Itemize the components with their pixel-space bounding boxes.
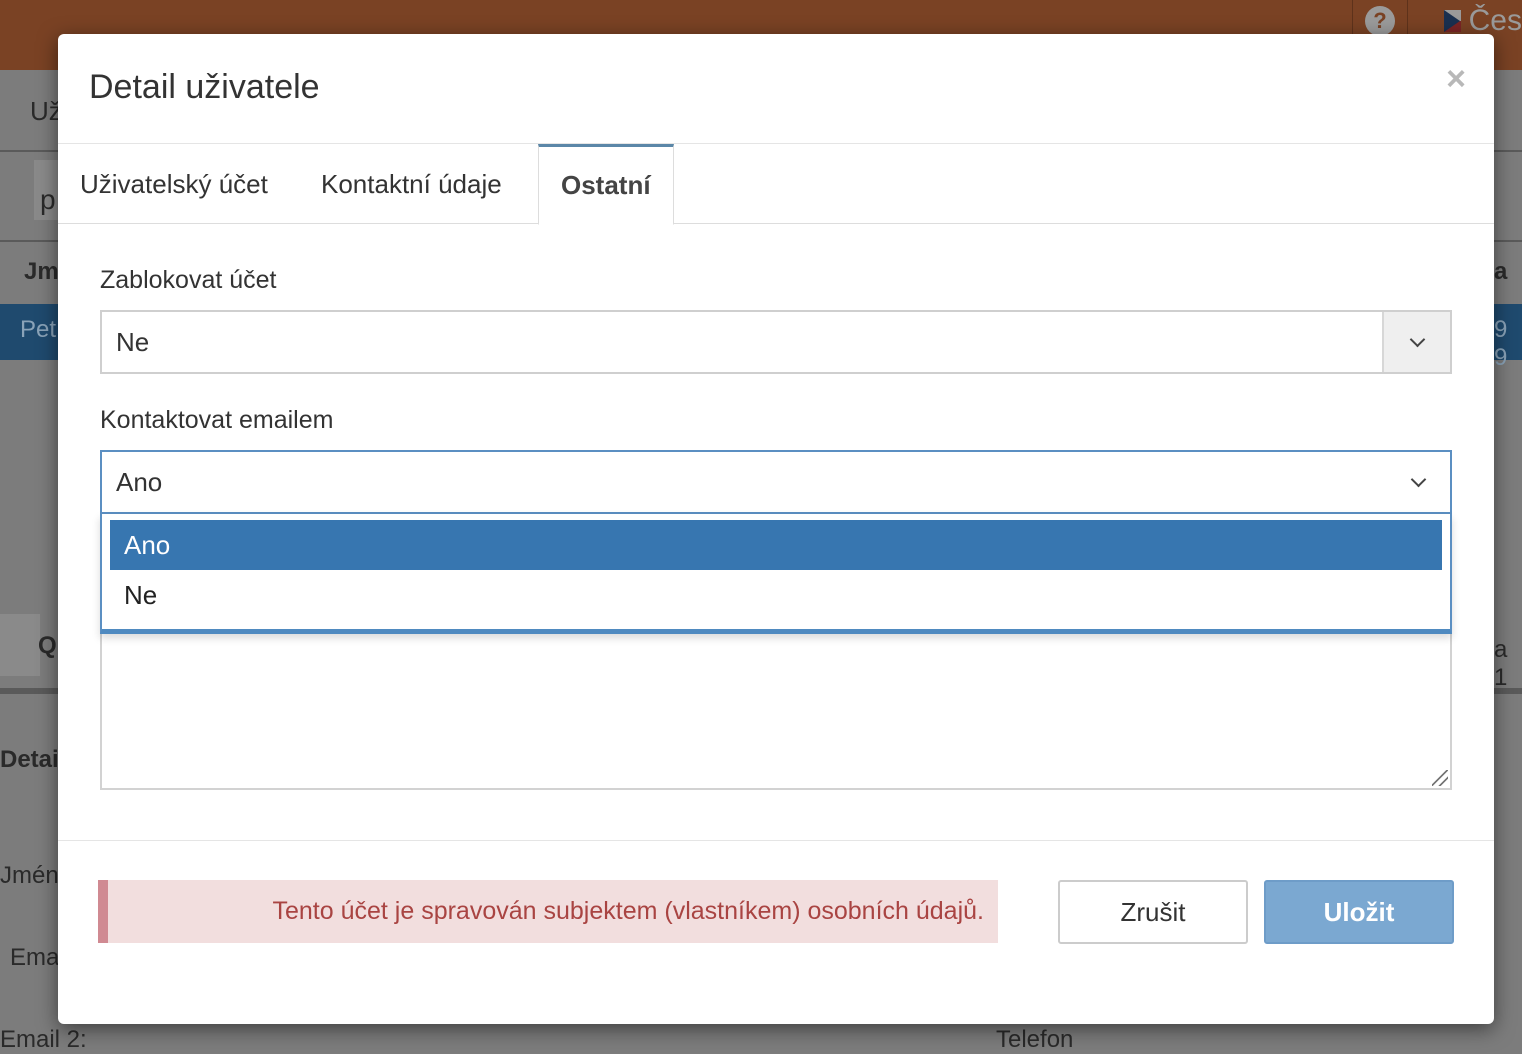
tab-other[interactable]: Ostatní [538,144,674,225]
save-button[interactable]: Uložit [1264,880,1454,944]
tab-user-account[interactable]: Uživatelský účet [58,144,290,224]
bg-col-header-right: a [1494,258,1508,285]
czech-flag-icon [1444,10,1461,32]
dropdown-option-ne[interactable]: Ne [110,570,1442,620]
note-textarea[interactable] [100,632,1452,790]
modal-header: Detail uživatele × [58,34,1494,144]
dropdown-option-ano[interactable]: Ano [110,520,1442,570]
block-account-label: Zablokovat účet [100,266,277,294]
bg-pager-text: Q [38,632,57,659]
footer-divider [58,840,1494,841]
contact-email-toggle[interactable] [1410,452,1427,512]
bg-label-phone: Telefon [996,1026,1074,1053]
bg-label-name: Jmén [0,862,59,889]
language-label: Čes [1468,4,1522,37]
contact-email-value: Ano [116,466,163,497]
bg-pager-right: a 1 [1494,636,1508,691]
block-account-addon[interactable] [1382,312,1450,372]
chevron-down-icon [1409,331,1425,347]
bg-breadcrumb: Už [30,96,62,126]
bg-pager-button [0,614,40,676]
bg-row-name: Pet [20,316,57,343]
tab-contact-details[interactable]: Kontaktní údaje [299,144,524,224]
help-icon: ? [1365,6,1395,36]
owner-alert: Tento účet je spravován subjektem (vlast… [98,880,998,943]
owner-alert-text: Tento účet je spravován subjektem (vlast… [272,897,985,925]
bg-label-email: Ema [10,944,60,971]
contact-email-select[interactable]: Ano [100,450,1452,514]
modal-title: Detail uživatele [89,68,320,106]
tab-bar: Uživatelský účet Kontaktní údaje Ostatní [58,144,1494,225]
close-icon[interactable]: × [1446,62,1466,96]
bg-detail-title: Detai [0,746,59,773]
block-account-select[interactable]: Ne [100,310,1452,374]
resize-handle-icon[interactable] [1432,770,1448,786]
bg-row-right: 9 9 [1494,316,1508,371]
bg-col-header: Jm [24,258,59,285]
contact-email-dropdown: Ano Ne [100,514,1452,634]
contact-email-label: Kontaktovat emailem [100,406,334,434]
user-detail-modal: Detail uživatele × Uživatelský účet Kont… [58,34,1494,1024]
block-account-value: Ne [116,326,150,357]
bg-label-email2: Email 2: [0,1026,87,1053]
bg-search-text: p [40,184,56,215]
chevron-down-icon [1410,471,1427,487]
cancel-button[interactable]: Zrušit [1058,880,1248,944]
